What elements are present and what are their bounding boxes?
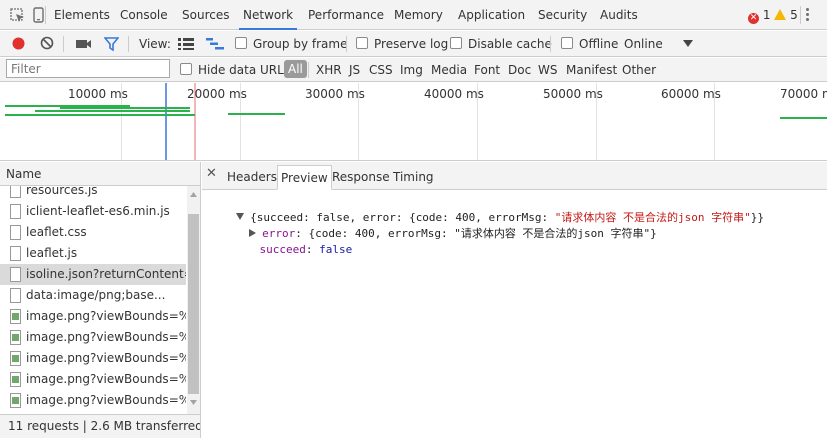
file-icon (10, 204, 21, 219)
tab-response[interactable]: Response (329, 165, 393, 189)
devtools-tab-bar: Elements Console Sources Network Perform… (0, 0, 827, 30)
more-options-icon[interactable] (806, 8, 810, 22)
close-icon[interactable]: ✕ (206, 167, 217, 181)
disable-cache-checkbox[interactable] (450, 37, 462, 49)
request-row[interactable]: image.png?viewBounds=%7B... (0, 390, 186, 411)
file-icon (10, 225, 21, 240)
tab-audits[interactable]: Audits (600, 0, 638, 30)
tab-network[interactable]: Network (239, 0, 298, 30)
clear-icon[interactable] (40, 36, 54, 50)
request-name: iclient-leaflet-es6.min.js (26, 204, 170, 218)
preserve-log-checkbox[interactable] (356, 37, 368, 49)
request-name: image.png?viewBounds=%7B... (26, 330, 186, 344)
request-row[interactable]: image.png?viewBounds=%7B... (0, 369, 186, 390)
error-count: 1 (762, 8, 771, 22)
file-icon (10, 267, 21, 282)
network-overview-timeline[interactable]: 10000 ms 20000 ms 30000 ms 40000 ms 5000… (0, 83, 827, 161)
chevron-down-icon[interactable] (683, 40, 693, 48)
waterfall-overview-icon[interactable] (206, 38, 224, 50)
request-row[interactable]: leaflet.css (0, 222, 186, 243)
filter-type-ws[interactable]: WS (538, 58, 557, 82)
tab-performance[interactable]: Performance (308, 0, 384, 30)
request-row[interactable]: image.png?viewBounds=%7B... (0, 348, 186, 369)
filter-type-doc[interactable]: Doc (508, 58, 531, 82)
json-succeed-line: succeed: false (259, 243, 353, 256)
scroll-down-icon[interactable] (190, 400, 197, 405)
requests-pane: Name resources.js iclient-leaflet-es6.mi… (0, 162, 201, 438)
console-status-counts[interactable]: ✕ 1 5 (748, 8, 798, 24)
request-row-selected[interactable]: isoline.json?returnContent=true (0, 264, 186, 285)
timeline-bars (5, 83, 827, 160)
warning-icon (774, 9, 787, 20)
large-rows-icon[interactable] (178, 38, 194, 50)
request-name: data:image/png;base... (26, 288, 166, 302)
network-toolbar: View: Group by frame Preserve log Disabl… (0, 31, 827, 57)
tab-console[interactable]: Console (120, 0, 168, 30)
offline-label: Offline (579, 37, 619, 51)
view-label: View: (139, 37, 171, 51)
request-row[interactable]: image.png?viewBounds=%7B... (0, 327, 186, 348)
filter-type-img[interactable]: Img (400, 58, 423, 82)
image-file-icon (10, 330, 21, 345)
error-icon: ✕ (748, 13, 759, 24)
tab-headers[interactable]: Headers (224, 165, 280, 189)
record-icon[interactable] (11, 36, 26, 51)
requests-scrollbar[interactable] (187, 186, 200, 414)
request-name: image.png?viewBounds=%7B... (26, 309, 186, 323)
filter-type-other[interactable]: Other (622, 58, 656, 82)
disable-cache-label: Disable cache (468, 37, 552, 51)
capture-screenshots-icon[interactable] (76, 38, 92, 50)
filter-input[interactable] (6, 59, 170, 78)
image-file-icon (10, 351, 21, 366)
request-name: image.png?viewBounds=%7B... (26, 372, 186, 386)
hide-data-urls-checkbox[interactable] (180, 63, 192, 75)
tab-preview[interactable]: Preview (277, 165, 332, 190)
filter-type-xhr[interactable]: XHR (316, 58, 342, 82)
filter-type-manifest[interactable]: Manifest (566, 58, 617, 82)
preserve-log-label: Preserve log (374, 37, 449, 51)
filter-type-media[interactable]: Media (431, 58, 467, 82)
request-row[interactable]: image.png?viewBounds=%7B... (0, 306, 186, 327)
image-file-icon (10, 393, 21, 408)
filter-bar: Hide data URLs All XHR JS CSS Img Media … (0, 58, 827, 82)
throttling-select[interactable]: Online (624, 31, 663, 57)
inspect-element-icon[interactable] (10, 8, 26, 24)
image-file-icon (10, 309, 21, 324)
image-file-icon (10, 372, 21, 387)
tab-elements[interactable]: Elements (54, 0, 110, 30)
filter-type-js[interactable]: JS (349, 58, 360, 82)
tab-application[interactable]: Application (458, 0, 525, 30)
request-name: image.png?viewBounds=%7B... (26, 351, 186, 365)
file-icon (10, 288, 21, 303)
offline-checkbox[interactable] (561, 37, 573, 49)
request-name: image.png?viewBounds=%7B... (26, 393, 186, 407)
network-summary-bar: 11 requests | 2.6 MB transferred (0, 414, 200, 438)
tab-timing[interactable]: Timing (390, 165, 437, 189)
hide-data-urls-label: Hide data URLs (198, 63, 291, 77)
request-name: leaflet.css (26, 225, 87, 239)
scroll-up-icon[interactable] (190, 192, 197, 197)
tab-memory[interactable]: Memory (394, 0, 443, 30)
filter-type-css[interactable]: CSS (369, 58, 393, 82)
tab-sources[interactable]: Sources (182, 0, 229, 30)
filter-type-all[interactable]: All (284, 60, 307, 78)
filter-type-font[interactable]: Font (474, 58, 500, 82)
device-toolbar-icon[interactable] (33, 7, 45, 24)
request-name: isoline.json?returnContent=true (26, 267, 186, 281)
scrollbar-thumb[interactable] (188, 214, 199, 394)
warning-count: 5 (790, 8, 798, 22)
request-row[interactable]: leaflet.js (0, 243, 186, 264)
group-by-frame-checkbox[interactable] (235, 37, 247, 49)
request-row[interactable]: data:image/png;base... (0, 285, 186, 306)
filter-icon[interactable] (104, 37, 119, 51)
group-by-frame-label: Group by frame (253, 37, 348, 51)
file-icon (10, 246, 21, 261)
request-name: leaflet.js (26, 246, 78, 260)
tab-security[interactable]: Security (538, 0, 587, 30)
request-row[interactable]: iclient-leaflet-es6.min.js (0, 201, 186, 222)
name-column-header-overlay[interactable]: Name (0, 162, 200, 186)
request-detail-tabs: Headers Preview Response Timing (202, 162, 827, 190)
